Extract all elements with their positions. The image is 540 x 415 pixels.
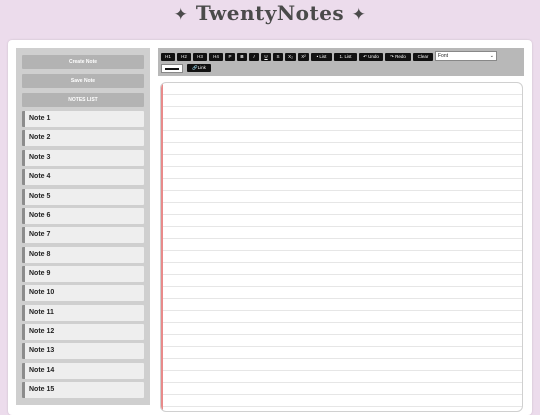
star-icon: ✦	[351, 5, 367, 25]
text-color-picker[interactable]	[161, 64, 183, 73]
note-item-12[interactable]: Note 12	[22, 324, 144, 340]
subscript-button[interactable]: X₂	[285, 53, 296, 61]
note-item-6[interactable]: Note 6	[22, 208, 144, 224]
note-item-10[interactable]: Note 10	[22, 285, 144, 301]
insert-link-button[interactable]: 🔗Link	[187, 64, 211, 72]
bullet-list-button[interactable]: • List	[311, 53, 332, 61]
italic-button[interactable]: I	[249, 53, 259, 61]
note-item-9[interactable]: Note 9	[22, 266, 144, 282]
underline-button[interactable]: U	[261, 53, 271, 61]
note-editor[interactable]	[160, 82, 523, 412]
paragraph-button[interactable]: P	[225, 53, 235, 61]
sidebar: Create Note Save Note NOTES LIST Note 1 …	[16, 48, 150, 405]
note-item-3[interactable]: Note 3	[22, 150, 144, 166]
color-swatch-bar	[165, 67, 179, 70]
chevron-down-icon: ⌄	[489, 53, 494, 59]
numbered-list-button[interactable]: 1. List	[334, 53, 357, 61]
font-select-value: Font	[438, 53, 449, 59]
h1-button[interactable]: H1	[161, 53, 175, 61]
notes-list-header: NOTES LIST	[22, 93, 144, 107]
h2-button[interactable]: H2	[177, 53, 191, 61]
star-icon: ✦	[173, 5, 189, 25]
h3-button[interactable]: H3	[193, 53, 207, 61]
strikethrough-button[interactable]: S	[273, 53, 283, 61]
note-item-4[interactable]: Note 4	[22, 169, 144, 185]
formatting-toolbar: H1 H2 H3 H4 P B I U S X₂ X² • List 1. Li…	[158, 48, 524, 76]
note-item-15[interactable]: Note 15	[22, 382, 144, 398]
note-item-7[interactable]: Note 7	[22, 227, 144, 243]
app-title: ✦ TwentyNotes ✦	[0, 0, 540, 32]
redo-button[interactable]: ↷ Redo	[385, 53, 411, 61]
editor-margin-line	[161, 83, 163, 411]
font-select[interactable]: Font ⌄	[435, 51, 497, 61]
note-item-5[interactable]: Note 5	[22, 189, 144, 205]
note-item-13[interactable]: Note 13	[22, 343, 144, 359]
note-item-2[interactable]: Note 2	[22, 130, 144, 146]
undo-button[interactable]: ↶ Undo	[359, 53, 383, 61]
clear-button[interactable]: Clear	[413, 53, 433, 61]
note-item-8[interactable]: Note 8	[22, 247, 144, 263]
h4-button[interactable]: H4	[209, 53, 223, 61]
note-item-11[interactable]: Note 11	[22, 305, 144, 321]
superscript-button[interactable]: X²	[298, 53, 309, 61]
bold-button[interactable]: B	[237, 53, 247, 61]
create-note-button[interactable]: Create Note	[22, 55, 144, 69]
save-note-button[interactable]: Save Note	[22, 74, 144, 88]
note-item-1[interactable]: Note 1	[22, 111, 144, 127]
note-item-14[interactable]: Note 14	[22, 363, 144, 379]
app-title-text: TwentyNotes	[195, 1, 345, 25]
